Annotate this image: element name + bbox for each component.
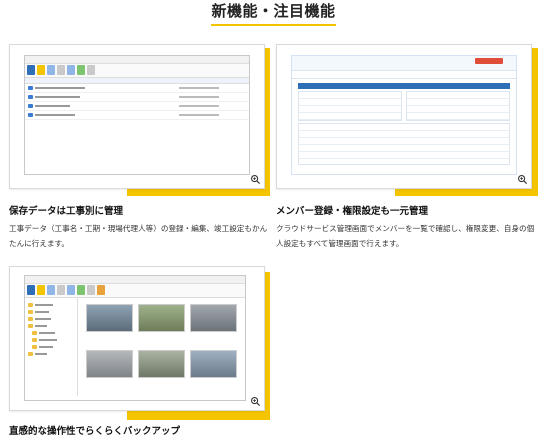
window-titlebar <box>25 56 249 64</box>
magnifier-plus-icon[interactable] <box>516 173 529 186</box>
photo-grid <box>78 298 245 396</box>
photo-album-window <box>24 275 246 401</box>
folder-tree <box>25 298 78 396</box>
screenshot-thumbnail[interactable] <box>9 266 265 411</box>
project-row[interactable] <box>25 111 249 120</box>
card-title: 保存データは工事別に管理 <box>9 206 124 217</box>
screenshot-thumbnail[interactable] <box>9 44 265 189</box>
cloud-admin-header-button <box>475 58 503 64</box>
project-row[interactable] <box>25 102 249 111</box>
magnifier-plus-icon[interactable] <box>249 173 262 186</box>
photo-thumbnail[interactable] <box>86 349 133 378</box>
card-description: 工事データ（工事名・工期・現場代理人等）の登録・編集、竣工設定もかんたんに行えま… <box>9 224 268 248</box>
toolbar-ribbon <box>25 284 245 298</box>
photo-thumbnail[interactable] <box>86 304 133 332</box>
project-row[interactable] <box>25 84 249 93</box>
section-title: 新機能・注目機能 <box>211 2 336 20</box>
photo-thumbnail[interactable] <box>138 349 185 378</box>
cloud-admin-window <box>291 55 517 175</box>
toolbar-ribbon <box>25 64 249 78</box>
card-title: 直感的な操作性でらくらくバックアップ <box>9 426 181 437</box>
card-title: メンバー登録・権限設定も一元管理 <box>276 206 429 217</box>
title-underline <box>211 24 336 26</box>
window-titlebar <box>25 276 245 284</box>
photo-thumbnail[interactable] <box>190 304 237 332</box>
project-row[interactable] <box>25 93 249 102</box>
magnifier-plus-icon[interactable] <box>249 395 262 408</box>
project-list-window <box>24 55 250 175</box>
photo-thumbnail[interactable] <box>138 304 185 332</box>
photo-thumbnail[interactable] <box>190 349 237 378</box>
screenshot-thumbnail[interactable] <box>276 44 532 189</box>
card-description: クラウドサービス管理画面でメンバーを一覧で確認し、権限変更、自身の個人設定もすべ… <box>276 224 535 248</box>
